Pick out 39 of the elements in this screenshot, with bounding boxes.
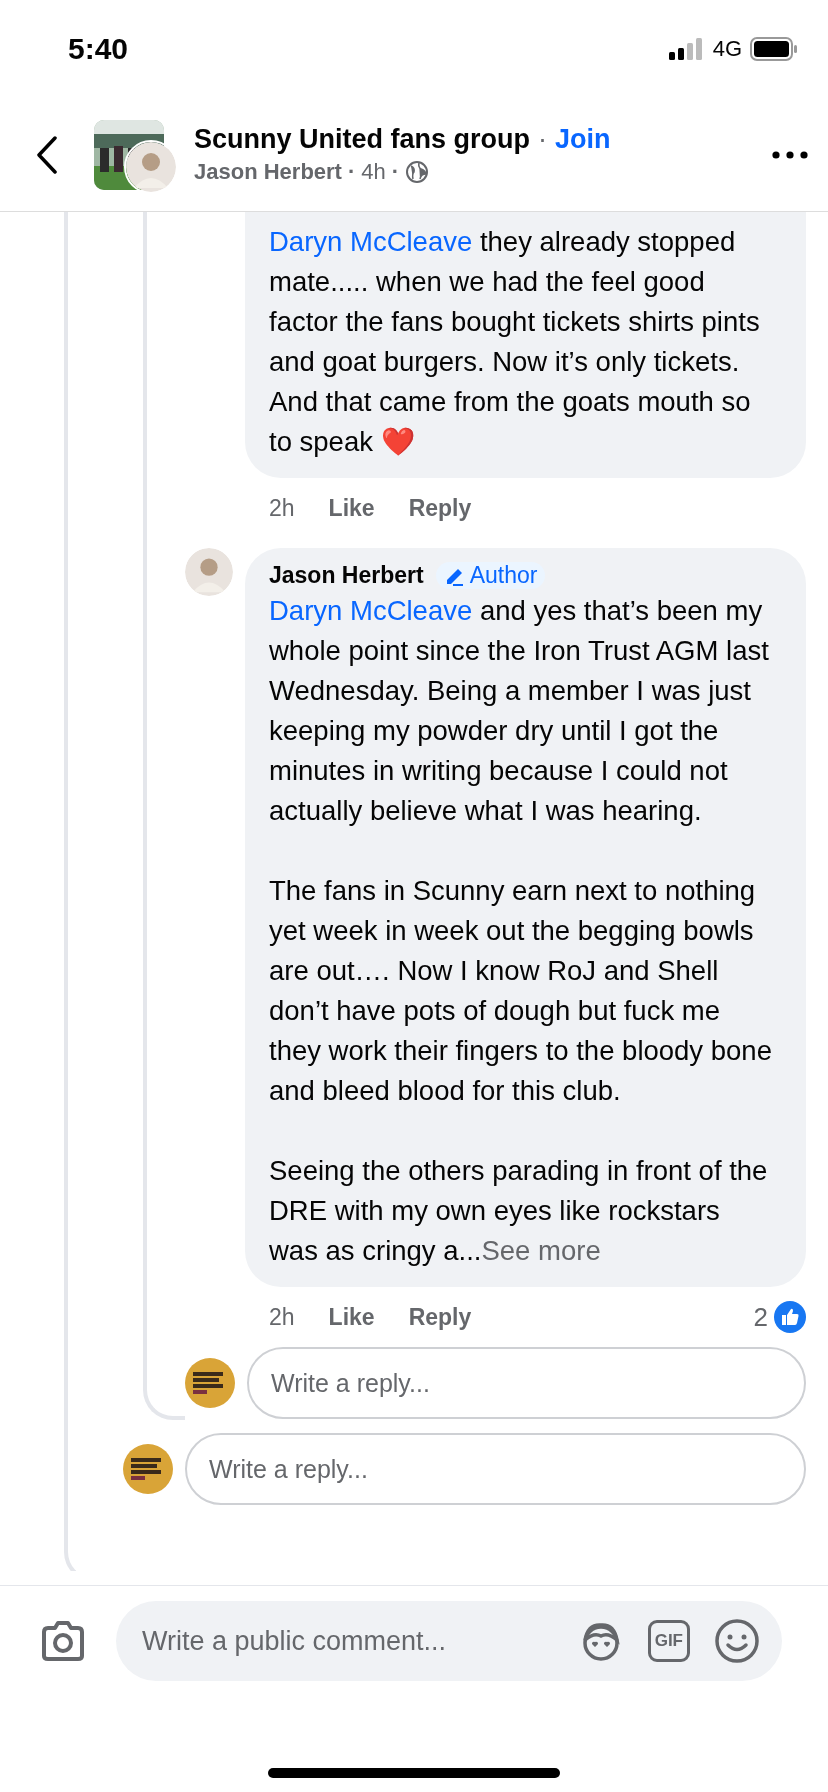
reaction-count: 2	[753, 1301, 768, 1333]
reply-field[interactable]: Write a reply...	[185, 1433, 806, 1505]
comment-text: Seeing the others parading in front of the DRE with my own eyes like rockstars was as cringy a...See more	[269, 1154, 769, 1268]
see-more-link[interactable]: See more	[481, 1235, 601, 1266]
comment-text: Daryn McCleave and yes that’s been my whole point since the Iron Trust AGM last Wednesday. Being a member I was just keeping my powder dry until I got the minutes in writing because I could not actually believe what I was hearing.	[269, 594, 770, 828]
battery-icon	[750, 37, 798, 61]
camera-icon[interactable]	[40, 1620, 86, 1662]
join-link[interactable]: Join	[555, 124, 611, 155]
network-label: 4G	[712, 36, 742, 62]
comment-text: The fans in Scunny earn next to nothing yet week in week out the begging bowls are out…. Now I know RoJ and Shell don’t have pots of dough but fuck me they work their fingers to the bloody bone and bleed blood for this club.	[269, 874, 773, 1108]
separator: ·	[347, 159, 356, 185]
badge-label: Author	[469, 562, 538, 589]
reply-field[interactable]: Write a reply...	[247, 1347, 806, 1419]
comment-author[interactable]: Jason Herbert	[269, 562, 424, 589]
separator: ·	[538, 124, 547, 155]
comment-time: 2h	[269, 1303, 295, 1331]
comment-text: Daryn McCleave they already stopped mate..... when we had the feel good factor the fans bought tickets shirts pints and goat burgers. Now it’s only tickets. And that came from the goats mouth so to speak ❤	[269, 225, 761, 459]
reply-link[interactable]: Reply	[408, 1303, 472, 1331]
like-link[interactable]: Like	[328, 1303, 375, 1331]
signal-icon	[668, 37, 705, 61]
emoji-icon[interactable]	[714, 1618, 760, 1664]
reply-link[interactable]: Reply	[408, 494, 472, 522]
avatar[interactable]	[185, 548, 233, 596]
mention-link[interactable]: Daryn McCleave	[269, 595, 473, 626]
mention-link[interactable]: Daryn McCleave	[269, 226, 473, 257]
post-author[interactable]: Jason Herbert	[194, 159, 342, 185]
post-age: 4h	[361, 159, 386, 185]
globe-icon	[405, 160, 430, 184]
group-title[interactable]: Scunny United fans group	[194, 124, 530, 155]
like-icon[interactable]	[774, 1301, 806, 1333]
more-icon[interactable]	[772, 150, 808, 159]
like-link[interactable]: Like	[328, 494, 375, 522]
comment-time: 2h	[269, 494, 295, 522]
comment-field[interactable]: Write a public comment... GIF	[116, 1601, 782, 1681]
status-time: 5:40	[68, 32, 129, 66]
avatar	[124, 139, 178, 194]
gif-button[interactable]: GIF	[647, 1620, 690, 1662]
back-icon[interactable]	[36, 135, 58, 174]
separator: ·	[391, 159, 400, 185]
